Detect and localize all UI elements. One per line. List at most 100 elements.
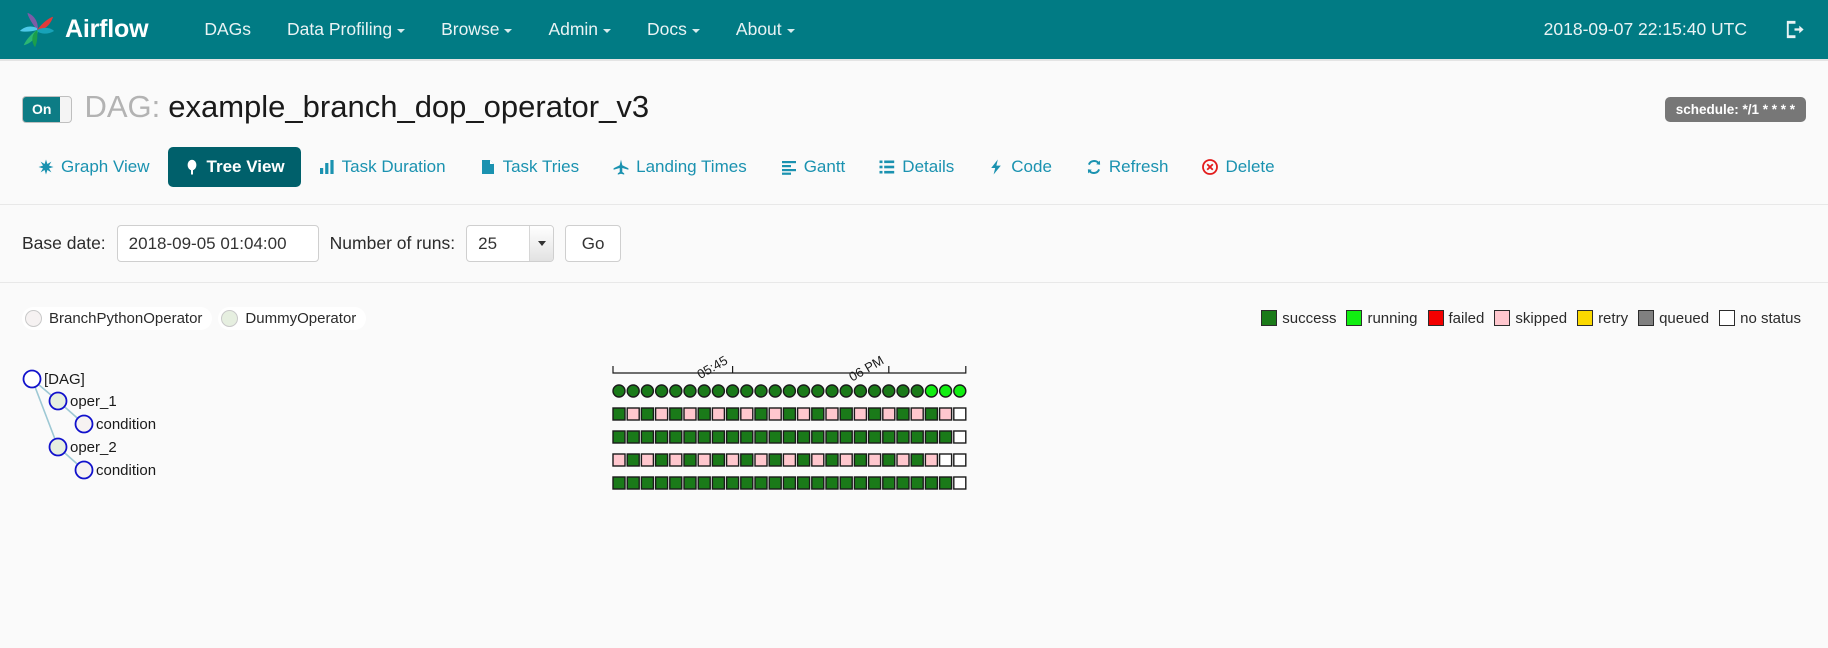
task-instance-cell[interactable] — [839, 384, 853, 398]
task-instance-cell[interactable] — [910, 476, 924, 490]
task-instance-cell[interactable] — [754, 407, 768, 421]
task-instance-cell[interactable] — [938, 453, 953, 467]
tab-delete[interactable]: Delete — [1186, 147, 1290, 187]
task-instance-cell[interactable] — [853, 384, 868, 398]
task-instance-cell[interactable] — [782, 384, 797, 398]
task-instance-cell[interactable] — [910, 384, 924, 398]
task-instance-cell[interactable] — [825, 384, 839, 398]
task-instance-cell[interactable] — [711, 430, 726, 444]
task-instance-cell[interactable] — [811, 476, 825, 490]
task-instance-cell[interactable] — [938, 407, 953, 421]
task-instance-cell[interactable] — [782, 453, 797, 467]
task-instance-cell[interactable] — [654, 476, 669, 490]
task-instance-cell[interactable] — [882, 430, 896, 444]
tab-code[interactable]: Code — [972, 147, 1068, 187]
task-instance-cell[interactable] — [839, 430, 853, 444]
task-instance-cell[interactable] — [811, 453, 825, 467]
task-instance-cell[interactable] — [697, 453, 711, 467]
nav-item-about[interactable]: About — [718, 13, 813, 46]
task-instance-cell[interactable] — [669, 430, 683, 444]
task-instance-cell[interactable] — [867, 384, 882, 398]
task-instance-cell[interactable] — [796, 430, 811, 444]
task-instance-cell[interactable] — [782, 476, 797, 490]
task-instance-cell[interactable] — [896, 430, 910, 444]
task-instance-cell[interactable] — [626, 476, 640, 490]
task-instance-cell[interactable] — [938, 430, 953, 444]
task-instance-cell[interactable] — [796, 476, 811, 490]
task-instance-cell[interactable] — [782, 430, 797, 444]
task-instance-cell[interactable] — [669, 476, 683, 490]
task-instance-cell[interactable] — [654, 430, 669, 444]
task-instance-cell[interactable] — [754, 453, 768, 467]
task-instance-cell[interactable] — [711, 476, 726, 490]
nav-item-dags[interactable]: DAGs — [186, 13, 269, 46]
task-instance-cell[interactable] — [640, 384, 655, 398]
task-instance-cell[interactable] — [669, 384, 683, 398]
task-instance-cell[interactable] — [697, 407, 711, 421]
task-instance-cell[interactable] — [683, 476, 697, 490]
task-instance-cell[interactable] — [640, 407, 655, 421]
task-instance-cell[interactable] — [811, 430, 825, 444]
logout-icon[interactable] — [1783, 18, 1806, 41]
task-instance-cell[interactable] — [839, 476, 853, 490]
task-instance-cell[interactable] — [612, 453, 626, 467]
task-instance-cell[interactable] — [754, 384, 768, 398]
task-instance-cell[interactable] — [697, 476, 711, 490]
tree-node-circle[interactable] — [48, 437, 68, 457]
task-instance-cell[interactable] — [740, 453, 754, 467]
tab-task-tries[interactable]: Task Tries — [464, 147, 596, 187]
tab-tree-view[interactable]: Tree View — [167, 147, 301, 187]
task-instance-cell[interactable] — [825, 453, 839, 467]
task-instance-cell[interactable] — [683, 453, 697, 467]
task-instance-cell[interactable] — [882, 476, 896, 490]
task-instance-cell[interactable] — [825, 407, 839, 421]
task-instance-cell[interactable] — [640, 453, 655, 467]
task-instance-cell[interactable] — [768, 384, 782, 398]
task-instance-cell[interactable] — [768, 430, 782, 444]
task-instance-cell[interactable] — [740, 430, 754, 444]
tab-details[interactable]: Details — [863, 147, 970, 187]
task-instance-cell[interactable] — [896, 384, 910, 398]
number-of-runs-select[interactable]: 25 — [466, 225, 555, 262]
task-instance-cell[interactable] — [825, 476, 839, 490]
task-instance-cell[interactable] — [938, 476, 953, 490]
task-instance-cell[interactable] — [626, 453, 640, 467]
task-instance-cell[interactable] — [725, 407, 740, 421]
task-instance-cell[interactable] — [924, 453, 939, 467]
dag-on-off-toggle[interactable]: On — [22, 95, 73, 123]
task-instance-cell[interactable] — [867, 407, 882, 421]
task-instance-cell[interactable] — [882, 384, 896, 398]
task-instance-cell[interactable] — [839, 453, 853, 467]
task-instance-cell[interactable] — [924, 430, 939, 444]
task-instance-cell[interactable] — [725, 384, 740, 398]
task-instance-cell[interactable] — [839, 407, 853, 421]
tab-gantt[interactable]: Gantt — [765, 147, 862, 187]
task-instance-cell[interactable] — [754, 476, 768, 490]
tree-node-circle[interactable] — [22, 369, 42, 389]
task-instance-cell[interactable] — [811, 407, 825, 421]
task-instance-cell[interactable] — [711, 407, 726, 421]
task-instance-cell[interactable] — [896, 453, 910, 467]
task-instance-cell[interactable] — [683, 384, 697, 398]
task-instance-cell[interactable] — [825, 430, 839, 444]
task-instance-cell[interactable] — [711, 384, 726, 398]
task-instance-cell[interactable] — [740, 407, 754, 421]
task-instance-cell[interactable] — [626, 407, 640, 421]
operator-legend-item[interactable]: BranchPythonOperator — [22, 306, 213, 330]
nav-item-admin[interactable]: Admin — [530, 13, 629, 46]
task-instance-cell[interactable] — [938, 384, 953, 398]
task-instance-cell[interactable] — [924, 407, 939, 421]
task-instance-cell[interactable] — [796, 384, 811, 398]
task-instance-cell[interactable] — [725, 430, 740, 444]
task-instance-cell[interactable] — [953, 453, 967, 467]
tab-landing-times[interactable]: Landing Times — [597, 147, 763, 187]
task-instance-cell[interactable] — [669, 407, 683, 421]
task-instance-cell[interactable] — [654, 407, 669, 421]
task-instance-cell[interactable] — [811, 384, 825, 398]
task-instance-cell[interactable] — [612, 476, 626, 490]
task-instance-cell[interactable] — [910, 407, 924, 421]
task-instance-cell[interactable] — [796, 407, 811, 421]
task-instance-cell[interactable] — [725, 453, 740, 467]
task-instance-cell[interactable] — [612, 384, 626, 398]
go-button[interactable]: Go — [565, 225, 622, 262]
